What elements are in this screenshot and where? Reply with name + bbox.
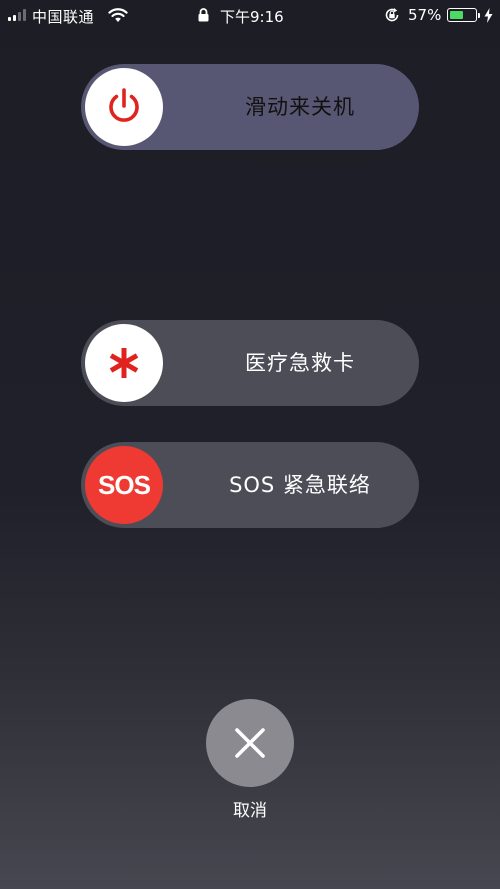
emergency-sos-slider[interactable]: SOS SOS 紧急联络: [81, 442, 419, 528]
power-off-slider[interactable]: 滑动来关机: [81, 64, 419, 150]
cancel-label: 取消: [233, 801, 267, 821]
power-off-knob[interactable]: [85, 68, 163, 146]
medical-id-knob[interactable]: [85, 324, 163, 402]
medical-id-slider[interactable]: 医疗急救卡: [81, 320, 419, 406]
emergency-sos-knob[interactable]: SOS: [85, 446, 163, 524]
status-bar: 中国联通 下午9:16 57%: [0, 0, 500, 30]
signal-icon: [8, 9, 28, 21]
sos-knob-text: SOS: [98, 469, 151, 500]
medical-id-label: 医疗急救卡: [245, 351, 355, 375]
power-off-label: 滑动来关机: [245, 95, 355, 119]
power-icon: [109, 88, 139, 122]
battery-percentage: 57%: [408, 6, 442, 24]
close-icon: [235, 728, 265, 758]
battery-level-fill: [449, 10, 464, 19]
cancel-button[interactable]: [206, 699, 294, 787]
wifi-icon: [108, 8, 128, 22]
clock-time: 下午9:16: [220, 8, 284, 26]
carrier-name: 中国联通: [32, 8, 95, 26]
emergency-sos-label: SOS 紧急联络: [229, 473, 371, 497]
battery-icon: [447, 8, 480, 22]
asterisk-icon: [109, 348, 139, 378]
charging-bolt-icon: [484, 8, 493, 23]
orientation-lock-icon: [385, 8, 399, 22]
lock-icon: [198, 8, 209, 22]
